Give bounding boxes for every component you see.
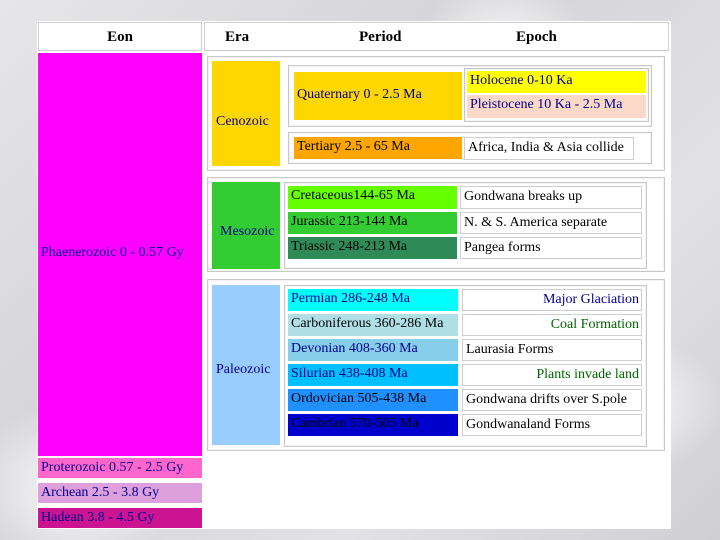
tertiary-group: Tertiary 2.5 - 65 Ma Africa, India & Asi… — [288, 132, 652, 164]
header-era: Era — [225, 29, 250, 45]
period-quaternary-label: Quaternary 0 - 2.5 Ma — [297, 87, 422, 102]
header-eon-cell: Eon — [38, 22, 202, 51]
epoch-ordovician: Gondwana drifts over S.pole — [462, 389, 642, 411]
era-paleozoic-label: Paleozoic — [216, 362, 271, 377]
mesozoic-periods: Cretaceous144-65 Ma Gondwana breaks up J… — [284, 182, 647, 269]
period-triassic: Triassic 248-213 Ma — [288, 237, 457, 259]
epoch-carboniferous: Coal Formation — [462, 314, 642, 336]
mesozoic-block: Mesozoic Cretaceous144-65 Ma Gondwana br… — [207, 177, 665, 272]
header-epoch: Epoch — [516, 29, 557, 45]
epoch-pleistocene: Pleistocene 10 Ka - 2.5 Ma — [467, 95, 646, 118]
eon-phanerozoic: Phaenerozoic 0 - 0.57 Gy — [38, 53, 202, 456]
epoch-cambrian: Gondwanaland Forms — [462, 414, 642, 436]
epoch-cretaceous: Gondwana breaks up — [460, 186, 642, 209]
period-carboniferous: Carboniferous 360-286 Ma — [288, 314, 458, 336]
era-cenozoic: Cenozoic — [212, 61, 280, 166]
quaternary-group: Quaternary 0 - 2.5 Ma Holocene 0-10 Ka P… — [288, 65, 652, 127]
eon-phanerozoic-label: Phaenerozoic 0 - 0.57 Gy — [41, 245, 184, 260]
period-cretaceous: Cretaceous144-65 Ma — [288, 186, 457, 209]
era-cenozoic-label: Cenozoic — [216, 114, 269, 129]
paleozoic-block: Paleozoic Permian 286-248 Ma Major Glaci… — [207, 279, 665, 451]
geologic-time-table: Eon Era Period Epoch Phaenerozoic 0 - 0.… — [37, 21, 671, 529]
epoch-triassic: Pangea forms — [460, 237, 642, 259]
period-tertiary: Tertiary 2.5 - 65 Ma — [294, 137, 462, 159]
epoch-tertiary: Africa, India & Asia collide — [464, 137, 634, 160]
header-eon: Eon — [107, 29, 133, 45]
eon-proterozoic: Proterozoic 0.57 - 2.5 Gy — [38, 458, 202, 478]
header-row: Era Period Epoch — [204, 22, 669, 51]
period-jurassic: Jurassic 213-144 Ma — [288, 212, 457, 234]
period-quaternary: Quaternary 0 - 2.5 Ma — [294, 72, 462, 120]
epoch-silurian: Plants invade land — [462, 364, 642, 386]
era-mesozoic: Mesozoic — [212, 182, 280, 269]
period-devonian: Devonian 408-360 Ma — [288, 339, 458, 361]
period-cambrian: Cambrian 570-505 Ma — [288, 414, 458, 436]
period-silurian: Silurian 438-408 Ma — [288, 364, 458, 386]
eon-hadean: Hadean 3.8 - 4.5 Gy — [38, 508, 202, 528]
header-period: Period — [359, 29, 402, 45]
epoch-jurassic: N. & S. America separate — [460, 212, 642, 234]
cenozoic-block: Cenozoic Quaternary 0 - 2.5 Ma Holocene … — [207, 56, 665, 171]
paleozoic-periods: Permian 286-248 Ma Major Glaciation Carb… — [284, 285, 647, 447]
epoch-devonian: Laurasia Forms — [462, 339, 642, 361]
era-paleozoic: Paleozoic — [212, 285, 280, 445]
quaternary-epochs: Holocene 0-10 Ka Pleistocene 10 Ka - 2.5… — [464, 68, 649, 122]
eon-archean: Archean 2.5 - 3.8 Gy — [38, 483, 202, 503]
period-permian: Permian 286-248 Ma — [288, 289, 458, 311]
epoch-permian: Major Glaciation — [462, 289, 642, 311]
era-mesozoic-label: Mesozoic — [220, 224, 275, 239]
period-ordovician: Ordovician 505-438 Ma — [288, 389, 458, 411]
epoch-holocene: Holocene 0-10 Ka — [467, 71, 646, 93]
